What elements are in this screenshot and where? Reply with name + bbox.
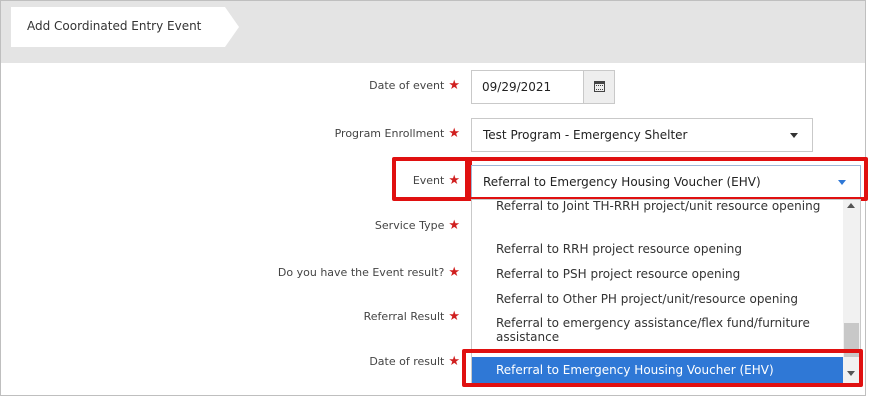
required-star-icon: ★ — [448, 309, 460, 324]
program-enrollment-label: Program Enrollment ★ — [334, 126, 460, 141]
required-star-icon: ★ — [448, 173, 460, 188]
form-panel: Add Coordinated Entry Event Date of even… — [0, 0, 868, 396]
calendar-button[interactable] — [583, 70, 615, 104]
date-of-event-input[interactable]: 09/29/2021 — [471, 70, 583, 104]
required-star-icon: ★ — [448, 265, 460, 280]
event-result-label: Do you have the Event result? ★ — [277, 265, 460, 280]
program-enrollment-select[interactable]: Test Program - Emergency Shelter — [471, 118, 813, 152]
dropdown-option[interactable]: Referral to Joint TH-RRH project/unit re… — [472, 200, 844, 213]
event-select-highlight — [465, 157, 868, 201]
date-of-event-label: Date of event ★ — [369, 78, 460, 93]
selected-option-highlight — [462, 349, 863, 387]
date-of-result-label: Date of result ★ — [369, 354, 460, 369]
chevron-down-icon — [790, 133, 798, 138]
required-star-icon: ★ — [448, 354, 460, 369]
event-label: Event ★ — [412, 173, 460, 188]
header-strip — [1, 49, 865, 63]
dropdown-option[interactable]: Referral to Other PH project/unit/resour… — [472, 292, 844, 306]
referral-result-label: Referral Result ★ — [363, 309, 460, 324]
calendar-icon — [594, 81, 605, 92]
date-of-event-value: 09/29/2021 — [482, 80, 552, 94]
scroll-up-icon[interactable] — [847, 203, 855, 208]
program-enrollment-value: Test Program - Emergency Shelter — [483, 128, 688, 142]
tab-add-coordinated-entry-event[interactable]: Add Coordinated Entry Event — [11, 7, 239, 47]
tab-bar: Add Coordinated Entry Event — [1, 1, 865, 49]
dropdown-option[interactable]: Referral to RRH project resource opening — [472, 242, 844, 256]
service-type-label: Service Type ★ — [374, 218, 460, 233]
dropdown-option[interactable]: Referral to PSH project resource opening — [472, 267, 844, 281]
tab-label: Add Coordinated Entry Event — [27, 19, 202, 33]
dropdown-option[interactable]: Referral to emergency assistance/flex fu… — [472, 316, 844, 344]
required-star-icon: ★ — [448, 218, 460, 233]
required-star-icon: ★ — [448, 78, 460, 93]
required-star-icon: ★ — [448, 126, 460, 141]
